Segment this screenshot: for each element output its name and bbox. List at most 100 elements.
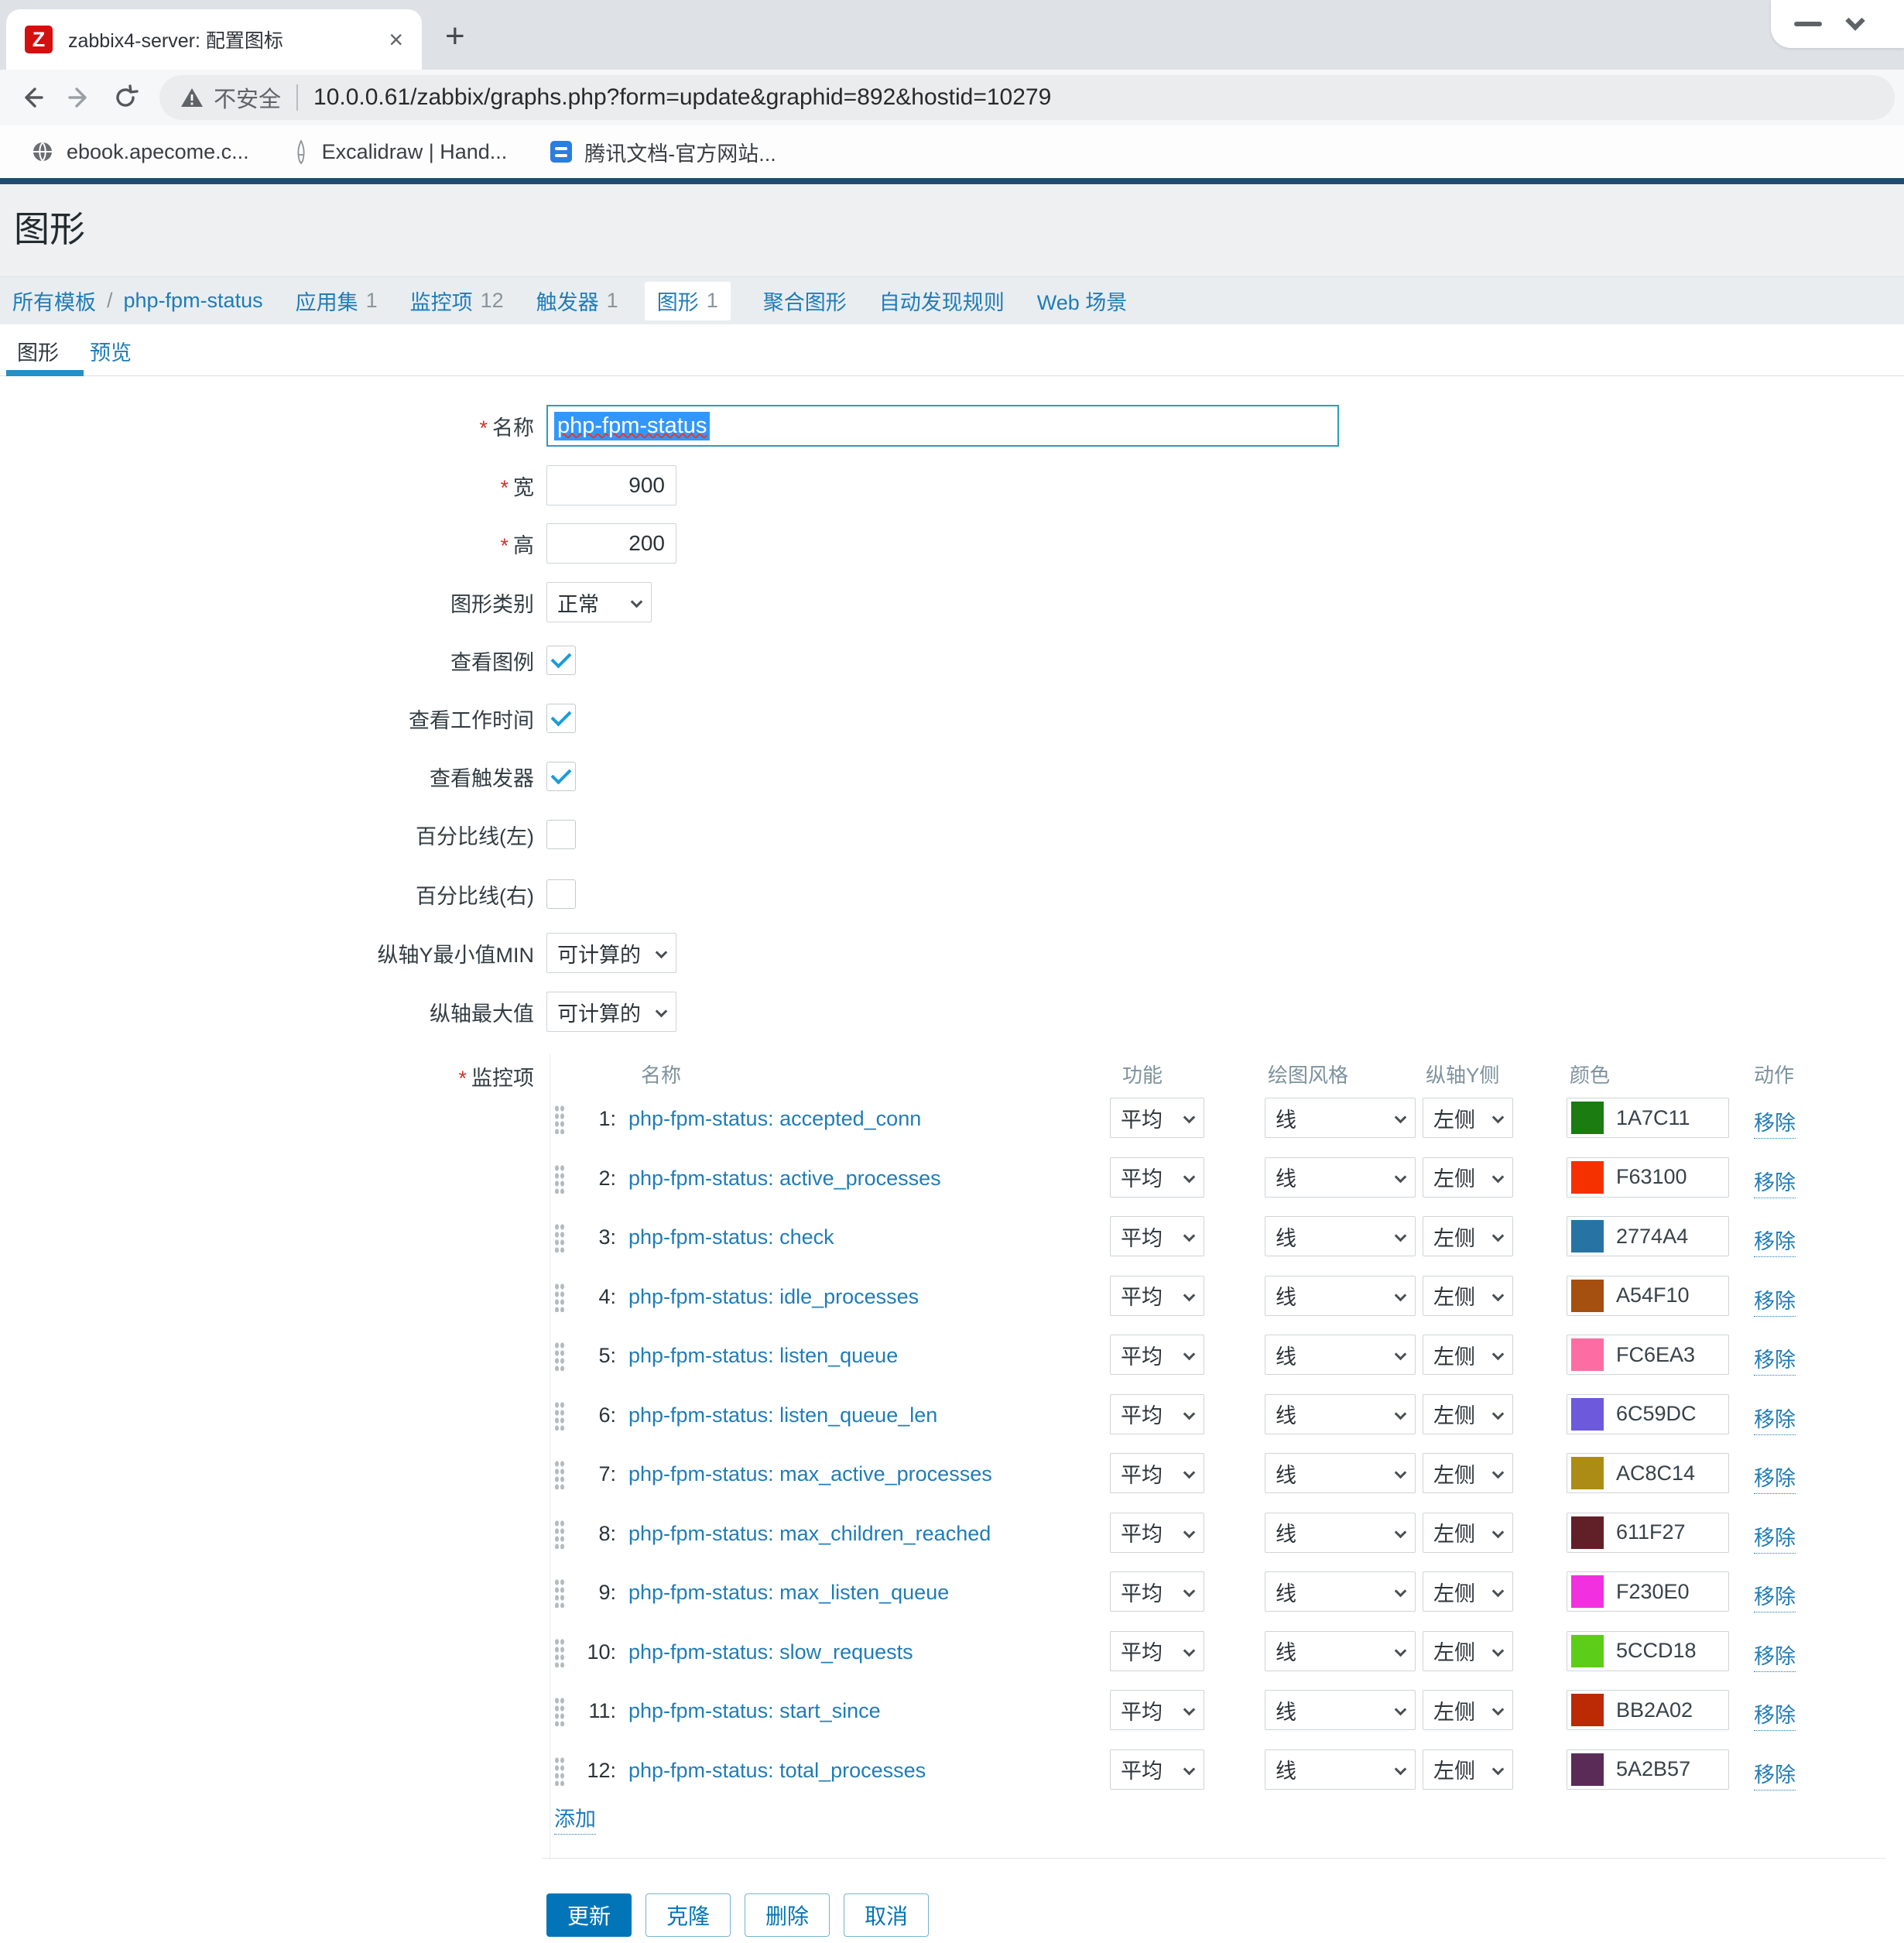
yaxis-side-select[interactable]: 左侧	[1423, 1513, 1513, 1553]
draw-style-select[interactable]: 线	[1265, 1157, 1416, 1198]
drag-handle-icon[interactable]	[554, 1164, 565, 1194]
drag-handle-icon[interactable]	[554, 1520, 565, 1549]
name-input[interactable]: php-fpm-status	[546, 405, 1339, 447]
color-input[interactable]: 2774A4	[1567, 1216, 1729, 1256]
percent-left-checkbox[interactable]	[546, 820, 576, 849]
yaxis-side-select[interactable]: 左侧	[1423, 1453, 1513, 1493]
color-input[interactable]: 611F27	[1567, 1513, 1729, 1553]
yaxis-side-select[interactable]: 左侧	[1423, 1216, 1513, 1256]
drag-handle-icon[interactable]	[554, 1223, 565, 1252]
nav-applications[interactable]: 应用集1	[296, 286, 378, 316]
new-tab-button[interactable]: +	[445, 17, 465, 56]
remove-link[interactable]: 移除	[1754, 1343, 1796, 1376]
add-item-link[interactable]: 添加	[554, 1802, 596, 1835]
url-bar[interactable]: 不安全 10.0.0.61/zabbix/graphs.php?form=upd…	[159, 75, 1895, 120]
remove-link[interactable]: 移除	[1754, 1698, 1796, 1731]
drag-handle-icon[interactable]	[554, 1105, 565, 1134]
color-input[interactable]: BB2A02	[1567, 1690, 1729, 1730]
draw-style-select[interactable]: 线	[1265, 1571, 1416, 1612]
color-input[interactable]: 6C59DC	[1567, 1394, 1729, 1434]
item-name-link[interactable]: php-fpm-status: listen_queue_len	[628, 1394, 937, 1436]
delete-button[interactable]: 删除	[745, 1893, 830, 1937]
width-input[interactable]: 900	[546, 465, 676, 505]
remove-link[interactable]: 移除	[1754, 1166, 1796, 1198]
item-name-link[interactable]: php-fpm-status: idle_processes	[628, 1276, 919, 1318]
update-button[interactable]: 更新	[546, 1893, 632, 1937]
draw-style-select[interactable]: 线	[1265, 1749, 1416, 1790]
ymin-select[interactable]: 可计算的	[546, 933, 676, 973]
show-triggers-checkbox[interactable]	[546, 762, 576, 791]
yaxis-side-select[interactable]: 左侧	[1423, 1631, 1513, 1671]
color-input[interactable]: 1A7C11	[1567, 1098, 1729, 1138]
back-icon[interactable]	[19, 84, 46, 111]
function-select[interactable]: 平均	[1110, 1631, 1204, 1671]
color-input[interactable]: F230E0	[1567, 1571, 1729, 1612]
color-input[interactable]: A54F10	[1567, 1276, 1729, 1316]
breadcrumb-template-name[interactable]: php-fpm-status	[124, 289, 263, 313]
drag-handle-icon[interactable]	[554, 1697, 565, 1726]
percent-right-checkbox[interactable]	[546, 879, 576, 909]
clone-button[interactable]: 克隆	[646, 1893, 731, 1937]
cancel-button[interactable]: 取消	[844, 1893, 929, 1937]
item-name-link[interactable]: php-fpm-status: start_since	[628, 1690, 881, 1732]
tab-graph[interactable]: 图形	[17, 336, 59, 366]
nav-triggers[interactable]: 触发器1	[536, 286, 618, 316]
function-select[interactable]: 平均	[1110, 1749, 1204, 1790]
show-working-time-checkbox[interactable]	[546, 704, 576, 733]
item-name-link[interactable]: php-fpm-status: check	[628, 1216, 834, 1258]
color-input[interactable]: F63100	[1567, 1157, 1729, 1198]
drag-handle-icon[interactable]	[554, 1342, 565, 1371]
function-select[interactable]: 平均	[1110, 1453, 1204, 1493]
function-select[interactable]: 平均	[1110, 1098, 1204, 1138]
draw-style-select[interactable]: 线	[1265, 1513, 1416, 1553]
drag-handle-icon[interactable]	[554, 1283, 565, 1312]
forward-icon[interactable]	[65, 84, 93, 111]
yaxis-side-select[interactable]: 左侧	[1423, 1394, 1513, 1434]
yaxis-side-select[interactable]: 左侧	[1423, 1571, 1513, 1612]
function-select[interactable]: 平均	[1110, 1276, 1204, 1316]
item-name-link[interactable]: php-fpm-status: slow_requests	[628, 1631, 913, 1673]
yaxis-side-select[interactable]: 左侧	[1423, 1276, 1513, 1316]
draw-style-select[interactable]: 线	[1265, 1453, 1416, 1493]
function-select[interactable]: 平均	[1110, 1216, 1204, 1256]
function-select[interactable]: 平均	[1110, 1394, 1204, 1434]
nav-graphs-active[interactable]: 图形1	[645, 282, 731, 320]
drag-handle-icon[interactable]	[554, 1578, 565, 1608]
color-input[interactable]: 5CCD18	[1567, 1631, 1729, 1671]
nav-web-scenarios[interactable]: Web 场景	[1037, 286, 1128, 316]
remove-link[interactable]: 移除	[1754, 1640, 1796, 1672]
nav-discovery-rules[interactable]: 自动发现规则	[879, 286, 1005, 316]
item-name-link[interactable]: php-fpm-status: total_processes	[628, 1749, 926, 1791]
yaxis-side-select[interactable]: 左侧	[1423, 1690, 1513, 1730]
item-name-link[interactable]: php-fpm-status: listen_queue	[628, 1335, 898, 1376]
reload-icon[interactable]	[111, 84, 139, 111]
function-select[interactable]: 平均	[1110, 1335, 1204, 1375]
item-name-link[interactable]: php-fpm-status: max_listen_queue	[628, 1571, 949, 1613]
draw-style-select[interactable]: 线	[1265, 1394, 1416, 1434]
draw-style-select[interactable]: 线	[1265, 1098, 1416, 1138]
yaxis-side-select[interactable]: 左侧	[1423, 1335, 1513, 1375]
remove-link[interactable]: 移除	[1754, 1462, 1796, 1494]
item-name-link[interactable]: php-fpm-status: max_active_processes	[628, 1453, 992, 1495]
draw-style-select[interactable]: 线	[1265, 1631, 1416, 1671]
browser-tab[interactable]: Z zabbix4-server: 配置图标 ×	[6, 9, 422, 70]
graph-type-select[interactable]: 正常	[546, 582, 652, 622]
remove-link[interactable]: 移除	[1754, 1758, 1796, 1791]
color-input[interactable]: FC6EA3	[1567, 1335, 1729, 1375]
tab-preview[interactable]: 预览	[90, 336, 132, 366]
bookmark-tencent-docs[interactable]: 腾讯文档-官方网站...	[550, 137, 776, 167]
item-name-link[interactable]: php-fpm-status: accepted_conn	[628, 1098, 921, 1139]
item-name-link[interactable]: php-fpm-status: max_children_reached	[628, 1513, 991, 1554]
tab-close-icon[interactable]: ×	[389, 26, 403, 54]
draw-style-select[interactable]: 线	[1265, 1216, 1416, 1256]
nav-items[interactable]: 监控项12	[410, 286, 504, 316]
drag-handle-icon[interactable]	[554, 1756, 565, 1786]
remove-link[interactable]: 移除	[1754, 1580, 1796, 1612]
bookmark-ebook[interactable]: ebook.apecome.c...	[31, 140, 249, 164]
drag-handle-icon[interactable]	[554, 1401, 565, 1431]
chevron-down-icon[interactable]	[1845, 11, 1865, 30]
breadcrumb-all-templates[interactable]: 所有模板	[12, 286, 96, 316]
function-select[interactable]: 平均	[1110, 1690, 1204, 1730]
function-select[interactable]: 平均	[1110, 1571, 1204, 1612]
draw-style-select[interactable]: 线	[1265, 1335, 1416, 1375]
